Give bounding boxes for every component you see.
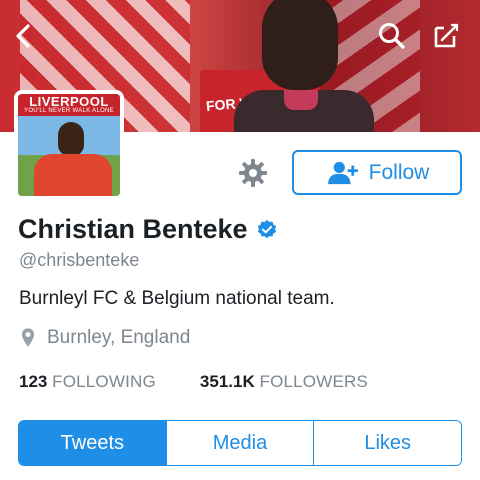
tab-tweets[interactable]: Tweets [19,421,166,465]
profile-location: Burnley, England [21,327,190,349]
add-user-icon [327,161,358,184]
following-label: FOLLOWING [52,372,156,391]
search-button[interactable] [374,18,410,54]
avatar-banner-sub: YOU'LL NEVER WALK ALONE [24,108,114,114]
settings-button[interactable] [236,156,270,190]
follow-button[interactable]: Follow [292,150,462,195]
profile-name: Christian Benteke [18,214,248,244]
location-pin-icon [21,328,35,347]
compose-icon [434,23,459,48]
followers-stat[interactable]: 351.1K FOLLOWERS [200,372,368,392]
tab-media[interactable]: Media [165,421,314,465]
back-button[interactable] [6,18,42,54]
follow-button-label: Follow [368,160,430,184]
gear-icon [239,159,267,187]
compose-button[interactable] [428,18,464,54]
tab-likes[interactable]: Likes [313,421,461,465]
profile-name-row: Christian Benteke [18,214,278,245]
chevron-left-icon [16,24,30,48]
profile-handle: @chrisbenteke [19,250,140,270]
profile-bio: Burnleyl FC & Belgium national team. [19,288,335,309]
profile-tabs: Tweets Media Likes [18,420,462,466]
avatar[interactable]: LIVERPOOL YOU'LL NEVER WALK ALONE [14,90,124,200]
following-stat[interactable]: 123 FOLLOWING [19,372,156,392]
following-count: 123 [19,372,48,391]
verified-badge-icon [257,219,276,238]
search-icon [379,23,405,49]
location-text: Burnley, England [47,327,191,348]
followers-label: FOLLOWERS [259,372,369,391]
followers-count: 351.1K [199,372,255,391]
profile-stats: 123 FOLLOWING 351.1K FOLLOWERS [19,372,368,392]
header-player-photo [234,0,374,132]
